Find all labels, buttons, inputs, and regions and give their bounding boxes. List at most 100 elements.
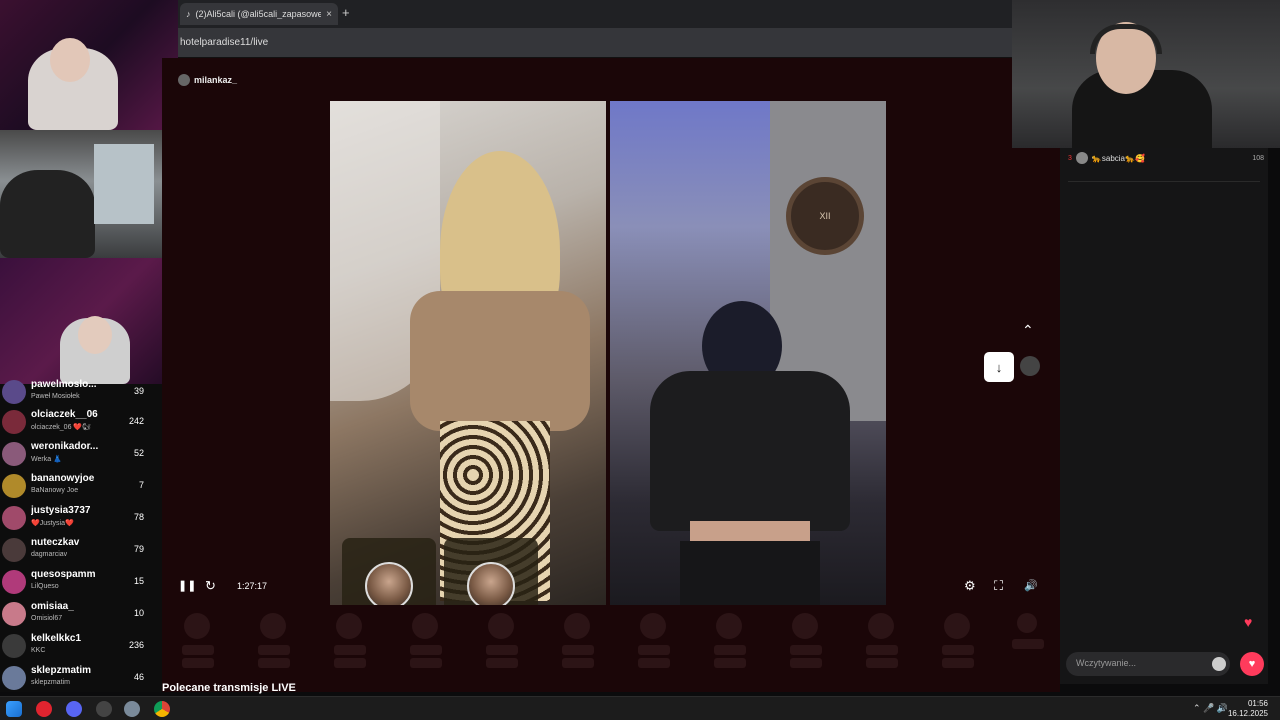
window-view xyxy=(94,144,154,224)
obs-icon[interactable] xyxy=(96,701,112,717)
ranking-name: nuteczkav xyxy=(31,537,80,548)
url-text[interactable]: hotelparadise11/live xyxy=(180,37,268,48)
ranking-subname: sklepzmatim xyxy=(31,679,70,686)
host-avatar xyxy=(178,74,190,86)
chat-placeholder: Wczytywanie... xyxy=(1076,658,1137,668)
ranking-name: sklepzmatim xyxy=(31,665,92,676)
browser-tab[interactable]: ♪ (2)Ali5cali (@ali5cali_zapasowe... × xyxy=(180,3,338,25)
ranking-count: 78 xyxy=(133,512,144,522)
ranking-row[interactable]: nuteczkav dagmarciav 79 xyxy=(0,534,162,566)
gift-item[interactable] xyxy=(182,613,214,671)
new-tab-button[interactable]: + xyxy=(342,5,350,20)
top-viewer-row[interactable]: 3 🐆sabcia🐆🥰 108 xyxy=(1068,150,1264,166)
ranking-count: 39 xyxy=(133,386,144,396)
avatar xyxy=(2,570,26,594)
ranking-name: kelkelkkc1 xyxy=(31,633,82,644)
heart-icon: ♥ xyxy=(1248,658,1256,670)
ranking-count: 46 xyxy=(133,672,144,682)
ranking-row[interactable]: quesospamm LilQueso 15 xyxy=(0,566,162,598)
gift-item[interactable] xyxy=(790,613,822,671)
live-page: milankaz_ XII ❚❚ ↻ 1:27:17 ⚙ ⛶ 🔊 ⌃ ↓ Pol… xyxy=(162,58,1060,694)
gift-item[interactable] xyxy=(638,613,670,671)
gift-item[interactable] xyxy=(410,613,442,671)
ranking-count: 242 xyxy=(128,416,144,426)
ranking-subname: Omisiol67 xyxy=(31,615,63,622)
refresh-icon[interactable]: ↻ xyxy=(205,578,216,594)
browser-tab-bar: ♪ (2)Ali5cali (@ali5cali_zapasowe... × + xyxy=(178,0,1012,28)
gift-item[interactable] xyxy=(562,613,594,671)
gift-item[interactable] xyxy=(258,613,290,671)
system-clock[interactable]: 01:56 16.12.2025 xyxy=(1228,699,1268,719)
fullscreen-icon[interactable]: ⛶ xyxy=(994,578,1003,594)
divider xyxy=(1068,181,1260,182)
stream-right-video[interactable]: XII xyxy=(610,101,886,605)
ranking-subname: LilQueso xyxy=(31,583,59,590)
ranking-count: 7 xyxy=(138,480,144,490)
gift-item[interactable] xyxy=(334,613,366,671)
ranking-row[interactable]: justysia3737 ❤️Justysia❤️ 78 xyxy=(0,502,162,534)
discord-icon[interactable] xyxy=(66,701,82,717)
ranking-count: 10 xyxy=(133,608,144,618)
like-button[interactable]: ♥ xyxy=(1240,652,1264,676)
ranking-row[interactable]: pawelmoslo... Paweł Mosiołek 39 xyxy=(0,376,162,408)
windows-start-icon[interactable] xyxy=(6,701,22,717)
chat-input[interactable]: Wczytywanie... xyxy=(1066,652,1230,676)
ranking-name: pawelmoslo... xyxy=(31,379,97,390)
avatar xyxy=(2,442,26,466)
ranking-subname: ❤️Justysia❤️ xyxy=(31,520,74,527)
ranking-row[interactable]: weronikador... Werka 👗 52 xyxy=(0,438,162,470)
tab-title: (2)Ali5cali (@ali5cali_zapasowe... xyxy=(195,9,322,19)
webcam-bottom-left xyxy=(0,258,178,384)
stream-left-video[interactable] xyxy=(330,101,606,605)
ranking-row[interactable]: olciaczek__06 olciaczek_06 ❤️🐿 242 xyxy=(0,406,162,438)
ranking-row[interactable]: kelkelkkc1 KKC 236 xyxy=(0,630,162,662)
emoji-icon[interactable] xyxy=(1212,657,1226,671)
gift-item[interactable] xyxy=(486,613,518,671)
live-timer: 1:27:17 xyxy=(237,581,268,591)
close-tab-icon[interactable]: × xyxy=(326,9,332,20)
settings-icon[interactable]: ⚙ xyxy=(964,578,976,594)
avatar xyxy=(2,666,26,690)
opera-icon[interactable] xyxy=(36,701,52,717)
ranking-subname: Werka 👗 xyxy=(31,456,62,463)
address-bar[interactable]: hotelparadise11/live xyxy=(178,28,1012,58)
settings-app-icon[interactable] xyxy=(124,701,140,717)
ranking-subname: KKC xyxy=(31,647,46,654)
recommended-title: Polecane transmisje LIVE xyxy=(162,682,296,694)
gift-item[interactable] xyxy=(942,613,974,671)
clock-date: 16.12.2025 xyxy=(1227,709,1268,718)
webcam-top-left xyxy=(0,0,178,130)
chat-panel: 3 🐆sabcia🐆🥰 108 ♥ Wczytywanie... ♥ xyxy=(1060,148,1268,684)
tiktok-icon: ♪ xyxy=(186,9,191,19)
chrome-icon[interactable] xyxy=(154,701,170,717)
ranking-row[interactable]: sklepzmatim sklepzmatim 46 xyxy=(0,662,162,694)
person-top xyxy=(650,371,850,531)
chevron-up-icon[interactable]: ⌃ xyxy=(1022,322,1034,339)
ranking-count: 15 xyxy=(133,576,144,586)
gift-item[interactable] xyxy=(714,613,746,671)
gift-item[interactable] xyxy=(1012,613,1044,652)
ranking-row[interactable]: omisiaa_ Omisiol67 10 xyxy=(0,598,162,630)
webcam-middle-left xyxy=(0,130,178,258)
gift-item[interactable] xyxy=(866,613,898,671)
ranking-name: bananowyjoe xyxy=(31,473,95,484)
headset xyxy=(1090,24,1162,54)
person-sweater xyxy=(410,291,590,431)
pause-icon[interactable]: ❚❚ xyxy=(178,579,196,592)
scroll-down-button[interactable]: ↓ xyxy=(984,352,1014,382)
ranking-row[interactable]: bananowyjoe BaNanowy Joe 7 xyxy=(0,470,162,502)
ranking-count: 236 xyxy=(128,640,144,650)
webcam-top-right xyxy=(1012,0,1280,148)
streamer-head xyxy=(50,38,90,82)
ranking-subname: Paweł Mosiołek xyxy=(31,393,80,400)
system-tray[interactable]: ⌃ 🎤 🔊 xyxy=(1193,703,1228,714)
gift-bar xyxy=(182,613,1044,671)
volume-icon[interactable]: 🔊 xyxy=(1024,579,1038,592)
more-button[interactable] xyxy=(1020,356,1040,376)
host-info[interactable]: milankaz_ xyxy=(178,74,237,86)
avatar xyxy=(2,380,26,404)
clock-label: XII xyxy=(819,211,831,221)
clock-time: 01:56 xyxy=(1247,699,1268,708)
avatar xyxy=(2,602,26,626)
wall-clock: XII xyxy=(786,177,864,255)
